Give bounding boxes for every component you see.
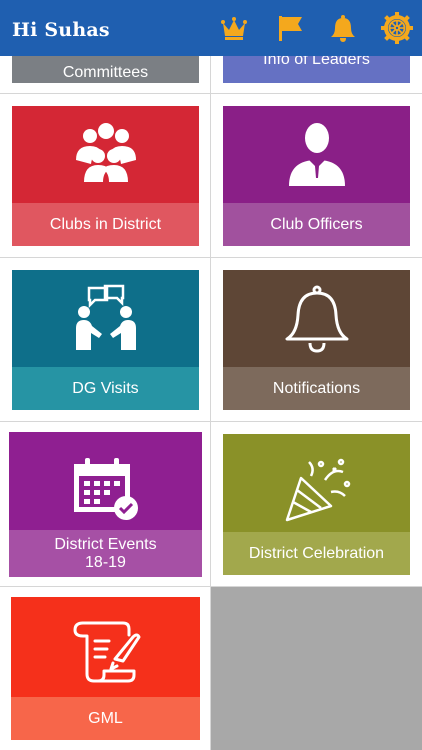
tile-district-events-label-line1: District Events [54, 536, 157, 553]
scroll-quill-icon [73, 621, 140, 683]
calendar-check-icon [73, 458, 138, 520]
party-popper-icon [285, 458, 350, 522]
tile-gml[interactable]: GML [11, 597, 200, 740]
tile-district-events-label-line2: 18-19 [85, 554, 126, 571]
rotary-wheel-icon[interactable] [381, 12, 413, 44]
officer-icon [288, 123, 345, 186]
tile-district-celebration[interactable]: District Celebration [223, 434, 410, 575]
tile-district-celebration-label: District Celebration [223, 532, 410, 575]
tile-club-officers-label: Club Officers [223, 203, 410, 246]
tile-clubs-in-district[interactable]: Clubs in District [12, 106, 199, 246]
tile-committees[interactable]: Committees [12, 56, 199, 83]
meeting-chat-icon [75, 284, 136, 350]
tile-info-of-leaders[interactable]: Info of Leaders [223, 56, 410, 83]
empty-grid-cell [211, 587, 422, 750]
crown-icon[interactable] [220, 14, 248, 42]
tile-clubs-in-district-label: Clubs in District [12, 203, 199, 246]
tile-notifications[interactable]: Notifications [223, 270, 410, 410]
grid-divider [0, 586, 422, 587]
grid-divider [0, 257, 422, 258]
grid-divider [0, 421, 422, 422]
grid-divider [0, 93, 422, 94]
bell-icon[interactable] [329, 14, 357, 42]
tile-district-events[interactable]: District Events 18-19 [9, 432, 202, 577]
tile-info-of-leaders-label: Info of Leaders [263, 56, 370, 68]
app-header: Hi Suhas [0, 0, 422, 56]
tile-notifications-label: Notifications [223, 367, 410, 410]
tile-gml-label: GML [11, 697, 200, 740]
bell-outline-icon [285, 285, 348, 353]
tile-dg-visits-label: DG Visits [12, 367, 199, 410]
group-icon [75, 123, 136, 182]
tile-club-officers[interactable]: Club Officers [223, 106, 410, 246]
greeting-title: Hi Suhas [12, 19, 110, 41]
tile-dg-visits[interactable]: DG Visits [12, 270, 199, 410]
tile-district-events-label: District Events 18-19 [9, 530, 202, 577]
flag-icon[interactable] [276, 14, 304, 42]
grid-divider-vertical [210, 56, 211, 750]
tile-committees-label: Committees [62, 64, 149, 81]
